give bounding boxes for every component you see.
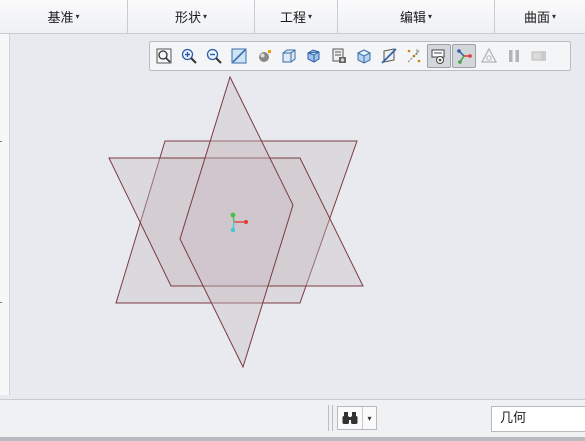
repaint-button[interactable]: [227, 44, 251, 68]
refit-icon: [156, 48, 172, 64]
appearance-button[interactable]: [352, 44, 376, 68]
refit-button[interactable]: [152, 44, 176, 68]
model-geometry[interactable]: [10, 34, 585, 399]
notification-center-icon: [480, 47, 498, 63]
view-manager-button[interactable]: [327, 44, 351, 68]
selection-filter-dropdown[interactable]: 几何: [491, 406, 585, 432]
ribbon-group-shape[interactable]: 形状 ▾: [128, 0, 255, 33]
section-button[interactable]: [377, 44, 401, 68]
perspective-view-icon: [259, 50, 271, 62]
annotation-display-icon: [431, 49, 445, 64]
chevron-down-icon: ▾: [308, 12, 313, 21]
saved-orientations-button[interactable]: [302, 44, 326, 68]
status-separator: [328, 405, 329, 431]
datum-display-filters-button[interactable]: [402, 44, 426, 68]
zoom-out-icon: [206, 48, 222, 64]
panel-tick: [0, 141, 2, 142]
display-style-icon: [282, 49, 296, 63]
zoom-out-button[interactable]: [202, 44, 226, 68]
notification-center-button[interactable]: [477, 44, 501, 68]
ribbon-group-editing[interactable]: 编辑 ▾: [338, 0, 495, 33]
ribbon-group-engineering[interactable]: 工程 ▾: [255, 0, 338, 33]
graphics-window[interactable]: [10, 34, 585, 399]
chevron-down-icon: ▾: [552, 12, 557, 21]
pause-icon: [509, 50, 519, 62]
repaint-icon: [231, 48, 247, 64]
annotation-display-button[interactable]: [427, 44, 451, 68]
ribbon-group-bar: 基准 ▾ 形状 ▾ 工程 ▾ 编辑 ▾ 曲面 ▾: [0, 0, 585, 34]
animation-button[interactable]: [527, 44, 551, 68]
animation-icon: [531, 51, 546, 61]
status-separator: [332, 405, 333, 431]
section-icon: [381, 48, 397, 64]
view-manager-icon: [332, 48, 346, 63]
saved-orientations-icon: [307, 49, 320, 63]
pause-button[interactable]: [502, 44, 526, 68]
perspective-view-button[interactable]: [252, 44, 276, 68]
appearance-icon: [356, 49, 372, 64]
model-tree-panel-edge[interactable]: [0, 34, 10, 395]
view-toolbar: [149, 41, 571, 71]
zoom-in-button[interactable]: [177, 44, 201, 68]
zoom-in-icon: [181, 48, 197, 64]
ribbon-group-surfaces-label: 曲面: [523, 11, 550, 26]
ribbon-group-engineering-label: 工程: [279, 11, 306, 26]
display-style-button[interactable]: [277, 44, 301, 68]
datum-display-filters-icon: [407, 49, 421, 63]
spin-center-icon: [457, 49, 472, 64]
find-button[interactable]: ▾: [337, 406, 377, 430]
chevron-down-icon: ▾: [203, 12, 208, 21]
chevron-down-icon[interactable]: ▾: [363, 414, 376, 423]
ribbon-group-editing-label: 编辑: [399, 11, 426, 26]
panel-tick: [0, 302, 2, 303]
ribbon-group-datum[interactable]: 基准 ▾: [0, 0, 128, 33]
ribbon-group-datum-label: 基准: [47, 11, 74, 26]
spin-center-button[interactable]: [452, 44, 476, 68]
binoculars-icon: [338, 407, 363, 429]
status-bar-bottom-edge: [0, 437, 585, 441]
ribbon-group-shape-label: 形状: [174, 11, 201, 26]
ribbon-group-surfaces[interactable]: 曲面 ▾: [495, 0, 585, 33]
chevron-down-icon: ▾: [428, 12, 433, 21]
chevron-down-icon: ▾: [75, 12, 80, 21]
